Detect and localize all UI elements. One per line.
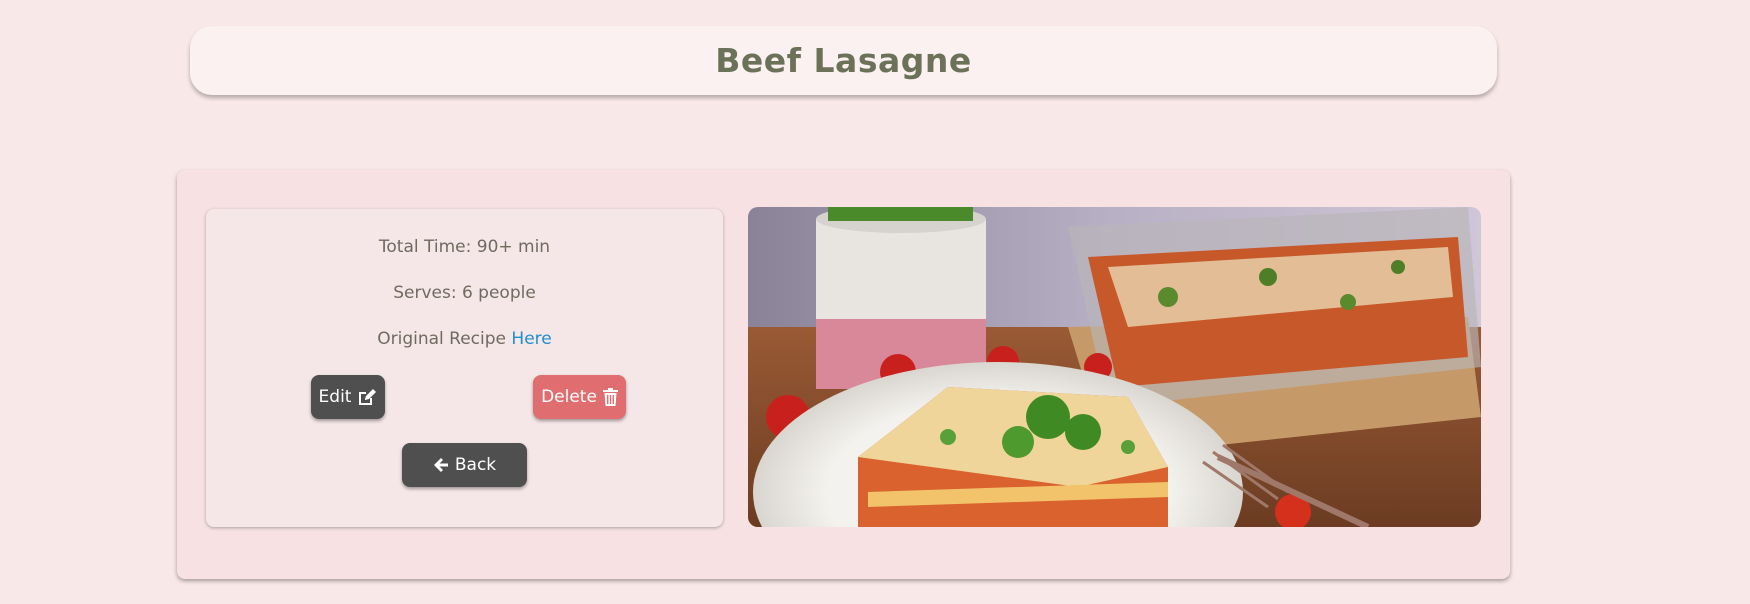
recipe-photo <box>748 207 1481 527</box>
original-recipe-label: Original Recipe <box>377 329 512 349</box>
edit-button[interactable]: Edit <box>311 375 385 419</box>
total-time: Total Time: 90+ min <box>378 237 551 257</box>
edit-icon <box>357 388 377 406</box>
delete-button[interactable]: Delete <box>533 375 626 419</box>
recipe-card: Total Time: 90+ min Serves: 6 people Ori… <box>177 170 1510 579</box>
edit-button-label: Edit <box>318 387 352 407</box>
original-recipe-link[interactable]: Here <box>511 329 551 349</box>
page-title: Beef Lasagne <box>715 41 972 80</box>
arrow-left-icon <box>433 457 449 473</box>
recipe-info-panel: Total Time: 90+ min Serves: 6 people Ori… <box>206 209 723 527</box>
back-button-label: Back <box>454 455 497 475</box>
trash-icon <box>602 388 618 406</box>
serves: Serves: 6 people <box>393 283 536 303</box>
back-button[interactable]: Back <box>402 443 527 487</box>
delete-button-label: Delete <box>541 387 597 407</box>
title-bar: Beef Lasagne <box>190 26 1497 95</box>
original-recipe: Original Recipe Here <box>206 329 723 349</box>
